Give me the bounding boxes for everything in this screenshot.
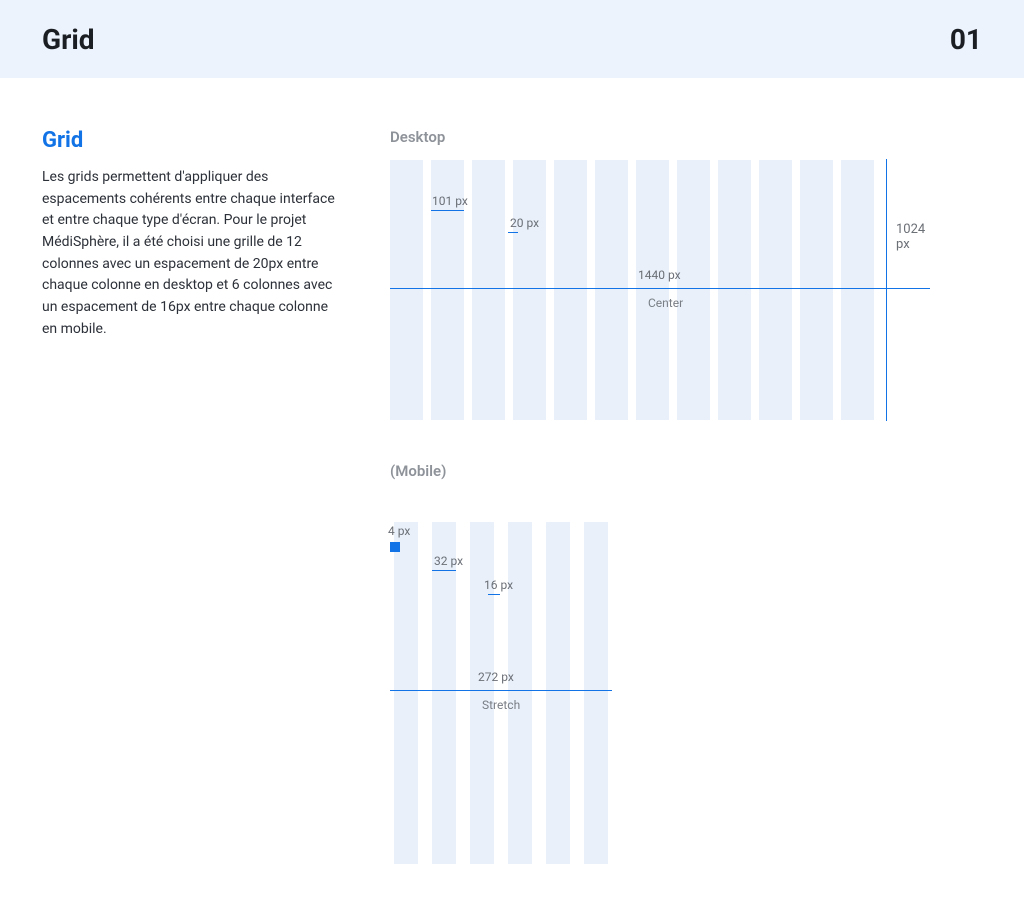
desktop-column-width-label: 101 px xyxy=(432,194,468,208)
desktop-section-label: Desktop xyxy=(390,128,982,146)
grid-column xyxy=(636,160,669,420)
page-title: Grid xyxy=(42,23,95,56)
mobile-gap-label: 16 px xyxy=(484,578,513,592)
desktop-grid-preview: 101 px 20 px 1440 px Center 1024 px xyxy=(390,160,930,420)
grid-column xyxy=(841,160,874,420)
desktop-width-line xyxy=(390,288,930,289)
sidebar-title: Grid xyxy=(42,128,342,153)
mobile-column-width-label: 32 px xyxy=(434,554,463,568)
mobile-margin-chip xyxy=(390,542,400,552)
grid-column xyxy=(472,160,505,420)
grid-column xyxy=(546,522,570,864)
desktop-align-label: Center xyxy=(648,296,683,310)
grid-column xyxy=(470,522,494,864)
grid-column xyxy=(508,522,532,864)
desktop-column-width-mark xyxy=(431,210,464,211)
grid-column xyxy=(513,160,546,420)
grid-column xyxy=(554,160,587,420)
grid-column xyxy=(718,160,751,420)
desktop-height-label: 1024 px xyxy=(896,222,930,252)
sidebar: Grid Les grids permettent d'appliquer de… xyxy=(42,128,342,341)
grid-column xyxy=(584,522,608,864)
grid-column xyxy=(759,160,792,420)
mobile-column-width-mark xyxy=(432,570,456,571)
page-body: Grid Les grids permettent d'appliquer de… xyxy=(0,78,1024,924)
page-number: 01 xyxy=(950,23,982,56)
grid-column xyxy=(595,160,628,420)
content: Desktop 101 px 20 px xyxy=(390,128,982,864)
grid-column xyxy=(390,160,423,420)
grid-column xyxy=(394,522,418,864)
desktop-gap-mark xyxy=(508,232,518,233)
mobile-section-label: (Mobile) xyxy=(390,462,982,480)
desktop-gap-label: 20 px xyxy=(510,216,539,230)
grid-column xyxy=(432,522,456,864)
grid-column xyxy=(677,160,710,420)
mobile-align-label: Stretch xyxy=(482,698,520,712)
grid-column xyxy=(800,160,833,420)
mobile-width-line xyxy=(390,690,612,691)
desktop-columns xyxy=(390,160,930,420)
mobile-grid-preview: 4 px 32 px 16 px 272 px Stretch xyxy=(390,522,612,864)
page-header: Grid 01 xyxy=(0,0,1024,78)
mobile-total-width-label: 272 px xyxy=(478,670,514,684)
mobile-gap-mark xyxy=(488,594,500,595)
mobile-margin-label: 4 px xyxy=(388,524,410,538)
desktop-total-width-label: 1440 px xyxy=(638,268,681,282)
mobile-columns xyxy=(390,522,612,864)
desktop-height-line xyxy=(886,159,887,421)
sidebar-description: Les grids permettent d'appliquer des esp… xyxy=(42,167,342,341)
